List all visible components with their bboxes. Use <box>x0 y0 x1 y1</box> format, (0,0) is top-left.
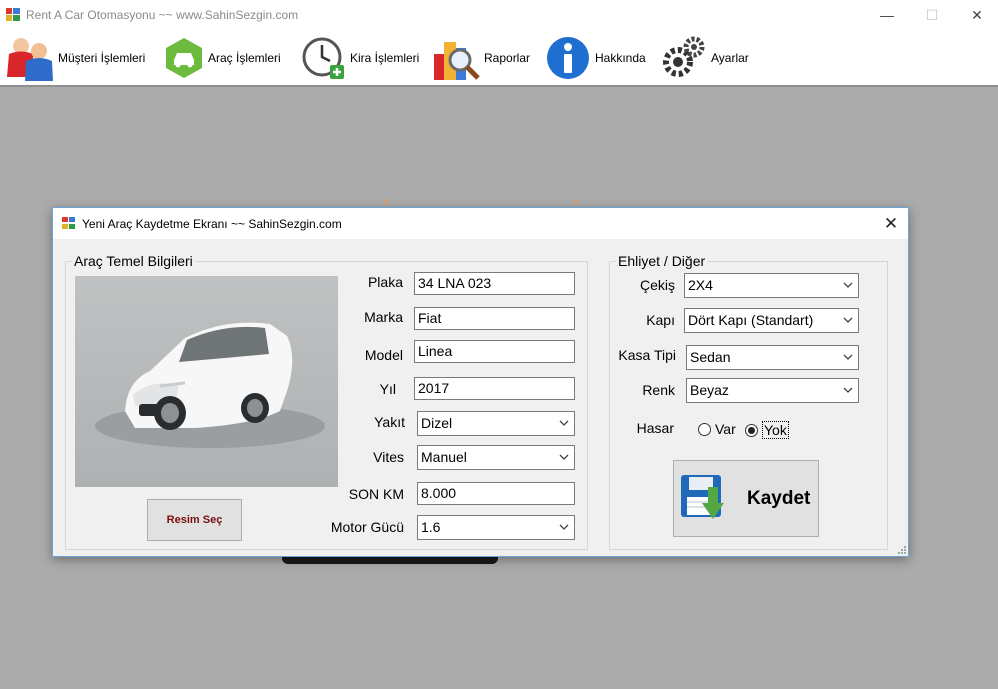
background-mark <box>574 199 578 205</box>
save-button[interactable]: Kaydet <box>673 460 819 537</box>
menu-bar: Müşteri İşlemleri Araç İşlemleri Kira İş… <box>0 30 998 87</box>
hasar-var-radio[interactable]: Var <box>698 421 736 437</box>
menu-label: Ayarlar <box>711 51 749 65</box>
select-image-button[interactable]: Resim Seç <box>147 499 242 541</box>
yil-field[interactable]: 2017 <box>414 377 575 400</box>
motor-select[interactable]: 1.6 <box>417 515 575 540</box>
yil-label: Yıl <box>379 381 396 397</box>
group-legend: Araç Temel Bilgileri <box>72 253 195 269</box>
cekis-label: Çekiş <box>639 277 675 293</box>
cekis-select[interactable]: 2X4 <box>684 273 859 298</box>
yakit-select[interactable]: Dizel <box>417 411 575 436</box>
menu-ayarlar[interactable]: Ayarlar <box>661 32 749 84</box>
vites-label: Vites <box>373 449 404 465</box>
close-button[interactable]: ✕ <box>954 0 998 30</box>
menu-label: Raporlar <box>484 51 531 65</box>
report-icon <box>434 42 480 80</box>
menu-label: Araç İşlemleri <box>208 51 281 65</box>
menu-raporlar[interactable]: Raporlar <box>432 32 530 84</box>
yakit-value: Dizel <box>421 415 453 431</box>
chevron-down-icon <box>559 454 569 460</box>
hasar-label: Hasar <box>636 420 674 436</box>
gears-icon <box>663 36 705 77</box>
dialog-titlebar: Yeni Araç Kaydetme Ekranı ~~ SahinSezgin… <box>53 208 908 239</box>
motor-value: 1.6 <box>421 519 441 535</box>
kasa-label: Kasa Tipi <box>618 347 676 363</box>
group-legend: Ehliyet / Diğer <box>616 253 708 269</box>
resize-grip-icon[interactable] <box>898 546 906 554</box>
plaka-field[interactable]: 34 LNA 023 <box>414 272 575 295</box>
car-icon <box>166 38 202 78</box>
yakit-label: Yakıt <box>374 414 405 430</box>
dialog-title: Yeni Araç Kaydetme Ekranı ~~ SahinSezgin… <box>82 217 342 231</box>
menu-kira-islemleri[interactable]: Kira İşlemleri <box>302 32 419 84</box>
app-icon <box>6 8 20 21</box>
chevron-down-icon <box>559 524 569 530</box>
clock-add-icon <box>302 37 344 79</box>
renk-value: Beyaz <box>690 382 729 398</box>
renk-label: Renk <box>642 382 675 398</box>
radio-label: Var <box>715 421 736 437</box>
model-field[interactable]: Linea <box>414 340 575 363</box>
dialog-close-button[interactable]: ✕ <box>874 208 908 239</box>
son-km-label: SON KM <box>348 486 404 502</box>
vites-select[interactable]: Manuel <box>417 445 575 470</box>
maximize-button[interactable]: ☐ <box>909 0 955 30</box>
renk-select[interactable]: Beyaz <box>686 378 859 403</box>
new-vehicle-dialog: Yeni Araç Kaydetme Ekranı ~~ SahinSezgin… <box>52 207 909 557</box>
kapi-value: Dört Kapı (Standart) <box>688 312 814 328</box>
info-icon <box>547 37 589 79</box>
chevron-down-icon <box>559 420 569 426</box>
plaka-label: Plaka <box>367 274 403 290</box>
menu-label: Kira İşlemleri <box>350 51 420 65</box>
kapi-label: Kapı <box>646 312 675 328</box>
car-photo <box>75 276 338 487</box>
save-button-label: Kaydet <box>747 488 811 509</box>
radio-circle <box>698 422 711 436</box>
kasa-select[interactable]: Sedan <box>686 345 859 370</box>
floppy-save-icon <box>681 475 724 519</box>
main-titlebar: Rent A Car Otomasyonu ~~ www.SahinSezgin… <box>0 0 998 30</box>
hasar-yok-radio[interactable]: Yok <box>745 421 789 439</box>
radio-circle <box>745 423 758 437</box>
menu-label: Hakkında <box>595 51 646 65</box>
son-km-field[interactable]: 8.000 <box>417 482 575 505</box>
menu-arac-islemleri[interactable]: Araç İşlemleri <box>164 32 281 84</box>
chevron-down-icon <box>843 354 853 360</box>
marka-label: Marka <box>364 309 403 325</box>
menu-musteri-islemleri[interactable]: Müşteri İşlemleri <box>6 32 145 84</box>
model-label: Model <box>364 347 403 363</box>
background-mark <box>384 199 388 205</box>
kasa-value: Sedan <box>690 349 731 365</box>
menu-hakkinda[interactable]: Hakkında <box>545 32 646 84</box>
chevron-down-icon <box>843 317 853 323</box>
motor-label: Motor Gücü <box>330 519 404 535</box>
app-title: Rent A Car Otomasyonu ~~ www.SahinSezgin… <box>26 8 299 22</box>
chevron-down-icon <box>843 387 853 393</box>
cekis-value: 2X4 <box>688 277 713 293</box>
marka-field[interactable]: Fiat <box>414 307 575 330</box>
background-shadow <box>282 556 498 564</box>
minimize-button[interactable]: — <box>864 0 910 30</box>
chevron-down-icon <box>843 282 853 288</box>
vites-value: Manuel <box>421 449 467 465</box>
car-image <box>75 276 338 487</box>
radio-label: Yok <box>762 421 789 439</box>
app-icon <box>62 217 75 229</box>
kapi-select[interactable]: Dört Kapı (Standart) <box>684 308 859 333</box>
menu-label: Müşteri İşlemleri <box>58 51 146 65</box>
customers-icon <box>7 38 53 81</box>
